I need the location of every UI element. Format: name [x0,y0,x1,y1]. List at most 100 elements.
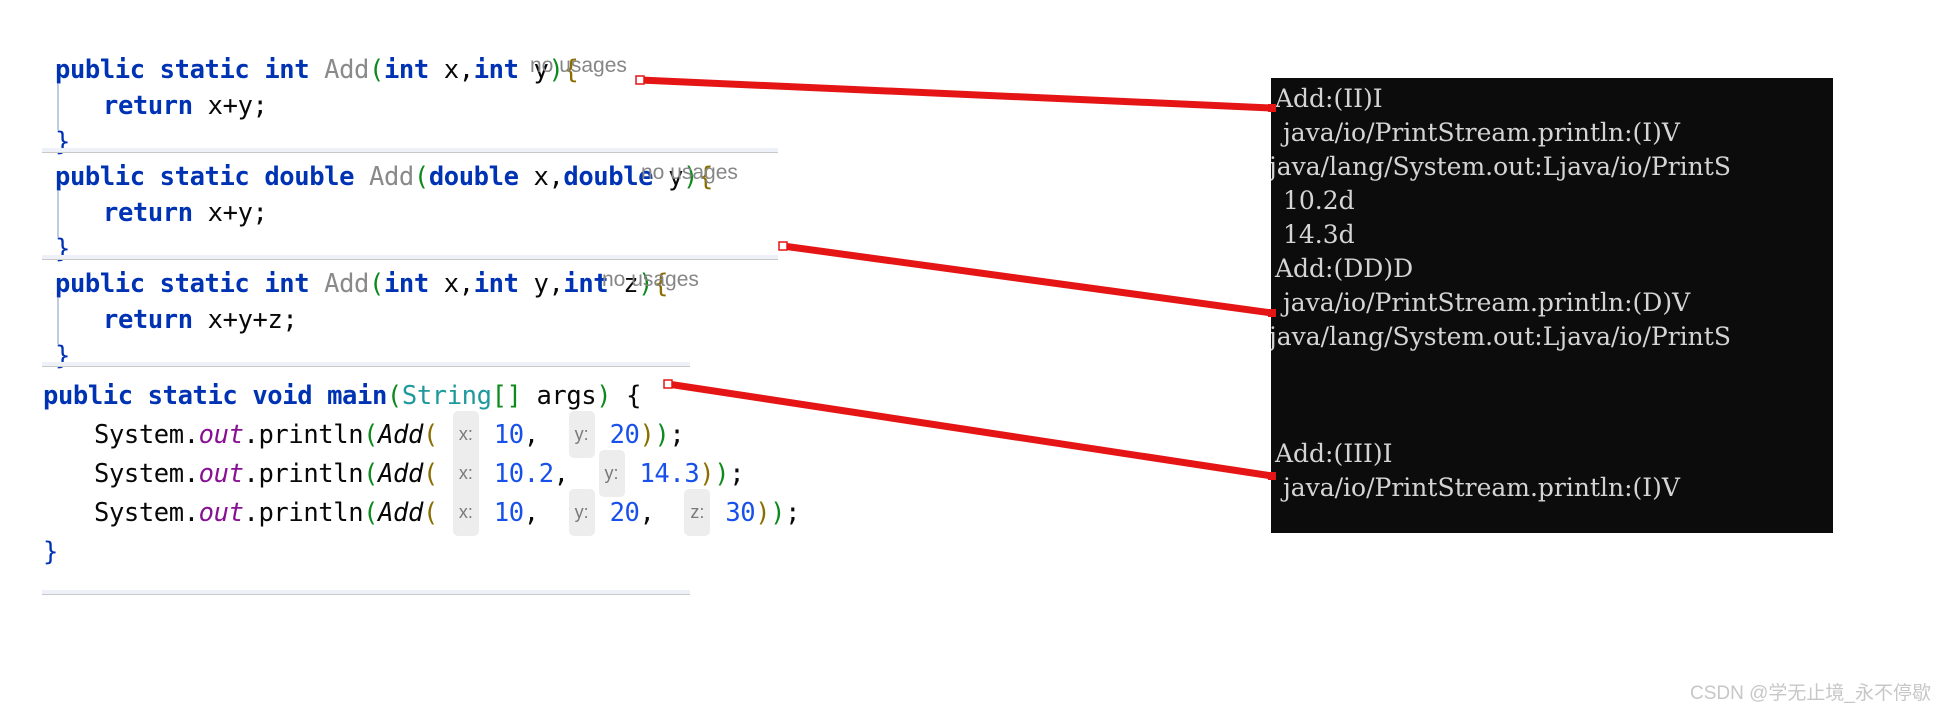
comma: , [639,498,655,528]
param-x: x, [443,269,474,299]
paren-open: ( [422,420,438,450]
comma: , [523,420,539,450]
code-line-main-call-3: System.out.println(Add( x: 10, y: 20, z:… [94,489,801,539]
param-hint-y: y: [568,411,595,458]
code-line-main-end: } [43,537,58,567]
method-name-add: Add [324,55,370,85]
console-output-window[interactable]: Add:(II)I java/io/PrintStream.println:(I… [1271,78,1833,533]
inlay-no-usages-3[interactable]: no usages [602,268,699,292]
keyword-public: public [43,381,133,411]
console-line: 14.3d [1275,220,1355,249]
console-line: 10.2d [1275,186,1355,215]
class-system: System. [94,498,199,528]
keyword-public: public [55,55,145,85]
keyword-int: int [383,55,429,85]
param-hint-x: x: [452,489,479,536]
console-line: Add:(DD)D [1275,254,1414,283]
keyword-int: int [473,55,519,85]
paren-close: ) [714,459,730,489]
paren-open: ( [386,381,402,411]
keyword-static: static [159,269,250,299]
method-println: .println [243,498,364,528]
keyword-static: static [147,381,238,411]
paren-close: ) [654,420,670,450]
keyword-static: static [159,162,250,192]
comma: , [523,498,539,528]
method-separator-2 [42,255,778,260]
keyword-public: public [55,269,145,299]
method-println: .println [243,420,364,450]
brace-open: { [626,381,642,411]
keyword-int: int [264,269,310,299]
keyword-double: double [264,162,355,192]
console-line: Add:(II)I [1275,84,1383,113]
arg-x-value: 10.2 [493,459,554,489]
method-call-add: Add [378,420,423,450]
param-x: x, [443,55,474,85]
method-name-add: Add [324,269,370,299]
console-line: java/lang/System.out:Ljava/io/PrintS [1271,152,1731,181]
param-y: y, [533,269,564,299]
param-hint-y: y: [568,489,595,536]
method-name-add: Add [369,162,414,192]
keyword-int: int [473,269,519,299]
field-out: out [198,498,244,528]
keyword-public: public [55,162,145,192]
console-line: Add:(III)I [1275,439,1393,468]
paren-open: ( [422,459,438,489]
keyword-return: return [103,305,193,335]
semicolon: ; [785,498,801,528]
field-out: out [198,459,244,489]
paren-close: ) [699,459,715,489]
expression-x-plus-y-plus-z: x+y+z; [207,305,298,335]
param-hint-y: y: [598,450,625,497]
keyword-return: return [103,91,193,121]
class-system: System. [94,420,199,450]
console-line: java/lang/System.out:Ljava/io/PrintS [1271,322,1731,351]
paren-close: ) [596,381,612,411]
paren-open: ( [363,459,379,489]
paren-open: ( [369,269,384,299]
arg-y-value: 14.3 [639,459,700,489]
console-line: java/io/PrintStream.println:(D)V [1275,288,1691,317]
arg-y-value: 20 [609,498,640,528]
paren-open: ( [422,498,438,528]
class-system: System. [94,459,199,489]
arg-y-value: 20 [609,420,640,450]
method-separator-3 [42,362,690,367]
comma: , [553,459,569,489]
param-x: x, [533,162,564,192]
inlay-no-usages-2[interactable]: no usages [641,161,738,185]
paren-open: ( [413,162,429,192]
code-line-method3-body: return x+y+z; [103,298,298,342]
paren-close: ) [639,420,655,450]
paren-open: ( [369,55,384,85]
method-println: .println [243,459,364,489]
method-name-main: main [327,381,387,411]
code-line-method3-end: } [55,341,70,371]
keyword-return: return [103,198,193,228]
expression-x-plus-y: x+y; [207,198,268,228]
class-separator-bottom [42,590,690,595]
array-brackets: [] [491,381,522,411]
paren-close: ) [770,498,786,528]
paren-open: ( [363,420,379,450]
semicolon: ; [729,459,745,489]
console-line: java/io/PrintStream.println:(I)V [1275,473,1680,502]
arg-z-value: 30 [725,498,756,528]
method-separator-1 [42,148,778,153]
inlay-no-usages-1[interactable]: no usages [530,54,627,78]
param-args: args [536,381,597,411]
code-line-method2-body: return x+y; [103,191,268,235]
code-line-method1-body: return x+y; [103,84,268,128]
keyword-static: static [159,55,250,85]
method-call-add: Add [378,459,423,489]
keyword-int: int [383,269,429,299]
keyword-double: double [563,162,654,192]
console-line: java/io/PrintStream.println:(I)V [1275,118,1680,147]
keyword-double: double [428,162,519,192]
paren-open: ( [363,498,379,528]
keyword-void: void [252,381,313,411]
code-editor-pane[interactable]: public static int Add(int x,int y){ no u… [0,0,1100,717]
semicolon: ; [669,420,685,450]
